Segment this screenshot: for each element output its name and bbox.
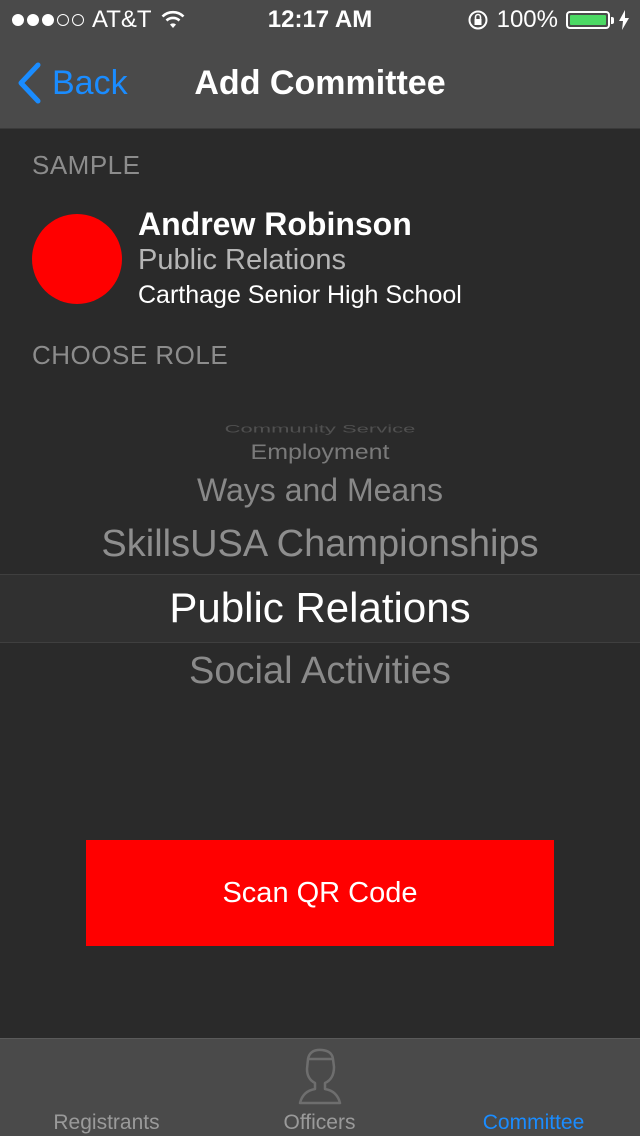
role-picker[interactable]: Community Service Employment Ways and Me… xyxy=(0,410,640,740)
screen: AT&T 12:17 AM 100% Back Add Committee SA… xyxy=(0,0,640,1136)
battery-level xyxy=(570,15,606,25)
sample-role: Public Relations xyxy=(138,244,346,276)
sample-section-label: SAMPLE xyxy=(32,150,141,180)
picker-option[interactable]: Community Service xyxy=(0,423,640,436)
status-bar: AT&T 12:17 AM 100% xyxy=(0,0,640,40)
picker-option[interactable]: SkillsUSA Championships xyxy=(0,523,640,566)
scan-qr-code-button[interactable]: Scan QR Code xyxy=(86,840,554,946)
tab-bar: Registrants Officers Committee xyxy=(0,1038,640,1136)
page-title: Add Committee xyxy=(194,64,446,102)
tab-label: Committee xyxy=(482,1111,585,1134)
navigation-bar: Back Add Committee xyxy=(0,40,640,128)
tab-registrants[interactable]: Registrants xyxy=(0,1039,213,1136)
tab-label: Registrants xyxy=(53,1111,160,1134)
picker-option[interactable]: Employment xyxy=(0,440,640,465)
avatar xyxy=(32,214,122,304)
tab-officers[interactable]: Officers xyxy=(213,1039,426,1136)
sample-name: Andrew Robinson xyxy=(138,206,412,242)
picker-option[interactable]: Social Activities xyxy=(0,650,640,693)
picker-divider-top xyxy=(0,574,640,575)
top-bar: AT&T 12:17 AM 100% Back Add Committee xyxy=(0,0,640,129)
battery-icon xyxy=(566,11,614,29)
tab-label: Officers xyxy=(283,1111,356,1134)
picker-divider-bottom xyxy=(0,642,640,643)
rotation-lock-icon xyxy=(468,10,488,30)
picker-option[interactable]: Ways and Means xyxy=(0,472,640,509)
charging-bolt-icon xyxy=(619,10,629,30)
status-right: 100% xyxy=(467,6,630,34)
tab-committee[interactable]: Committee xyxy=(427,1039,640,1136)
picker-option-selected[interactable]: Public Relations xyxy=(0,584,640,632)
choose-role-section-label: CHOOSE ROLE xyxy=(32,340,229,370)
battery-percent: 100% xyxy=(496,6,558,33)
officers-icon xyxy=(298,1048,341,1105)
sample-school: Carthage Senior High School xyxy=(138,281,462,309)
